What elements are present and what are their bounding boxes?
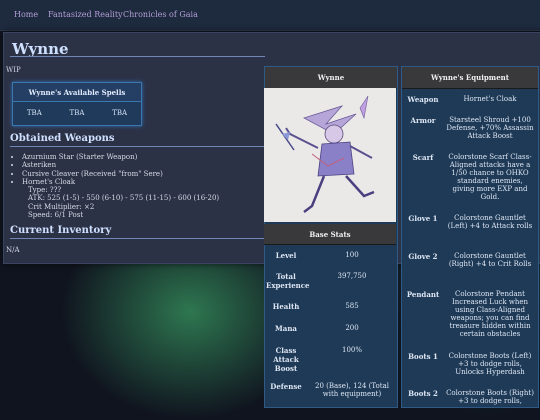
stat-label: Mana [275,324,297,333]
equipment-value: Colorstone Pendant Increased Luck when u… [449,290,531,338]
inventory-heading: Current Inventory [10,225,112,236]
weapon-item: Cursive Cleaver (Received "from" Sere) [22,170,219,178]
stat-label: Defense [270,382,302,391]
spell-slot: TBA [112,109,128,117]
weapons-list: Azurnium Star (Starter Weapon) Asteriken… [14,153,219,219]
equipment-value: Colorstone Gauntlet (Left) +4 to Attack … [447,214,533,230]
weapons-divider [10,146,265,147]
equipment-value: Colorstone Boots (Left) +3 to dodge roll… [448,352,532,376]
nav-link-home[interactable]: Home [14,10,38,19]
equipment-heading: Wynne's Equipment [402,67,538,89]
equipment-value: Colorstone Scarf Class-Aligned attacks h… [448,153,532,201]
stats-heading: Base Stats [264,224,396,245]
equipment-value: Hornet's Cloak [463,95,517,103]
equipment-label: Weapon [407,95,439,104]
stat-label: Level [275,251,297,260]
equipment-label: Glove 1 [408,214,438,223]
equipment-label: Boots 2 [408,389,438,398]
weapon-item: Asteriken [22,161,219,169]
spell-slot: TBA [69,109,85,117]
weapons-heading: Obtained Weapons [10,133,115,144]
equipment-label: Glove 2 [408,252,438,261]
equipment-value: Starsteel Shroud +100 Defense, +70% Assa… [446,116,534,140]
spell-slot: TBA [26,109,42,117]
weapon-detail: Speed: 6/1 Post [28,211,84,220]
stat-value: 397,750 [337,272,367,280]
nav-link-fantasized-reality[interactable]: Fantasized Reality [48,10,123,19]
spells-table: Wynne's Available Spells TBA TBA TBA [12,82,142,126]
spells-heading: Wynne's Available Spells [13,83,141,102]
weapon-item: Hornet's Cloak Type: ??? ATK: 525 (1-5) … [22,178,219,219]
inventory-divider [10,238,265,239]
equipment-label: Scarf [412,153,434,162]
stat-label: Class Attack Boost [273,346,299,373]
nav-link-chronicles-of-gaia[interactable]: Chronicles of Gaia [123,10,198,19]
character-heading: Wynne [265,67,397,89]
stat-value: 100 [345,251,359,259]
wip-note: WIP [6,66,21,74]
weapon-detail: Crit Multiplier: ×2 [28,202,95,211]
weapon-detail: ATK: 525 (1-5) - 550 (6-10) - 575 (11-15… [28,194,220,203]
equipment-value: Colorstone Gauntlet (Right) +4 to Crit R… [448,252,532,268]
weapon-item: Azurnium Star (Starter Weapon) [22,153,219,161]
weapon-name: Hornet's Cloak [22,177,76,186]
character-drawing [264,88,396,222]
stat-value: 585 [345,302,359,310]
inventory-value: N/A [6,246,20,254]
character-portrait [264,88,396,222]
title-divider [10,56,265,57]
equipment-label: Pendant [406,290,440,299]
weapon-detail: Type: ??? [28,186,62,195]
equipment-label: Armor [410,116,436,125]
stat-label: Health [272,302,300,311]
stat-value: 20 (Base), 124 (Total with equipment) [315,382,389,398]
equipment-label: Boots 1 [408,352,438,361]
top-nav: Home Fantasized Reality Chronicles of Ga… [0,0,540,31]
stat-value: 200 [345,324,359,332]
equipment-value: Colorstone Boots (Right) +3 to dodge rol… [446,389,534,405]
stat-value: 100% [341,346,362,354]
stat-label: Total Experience [266,272,310,290]
